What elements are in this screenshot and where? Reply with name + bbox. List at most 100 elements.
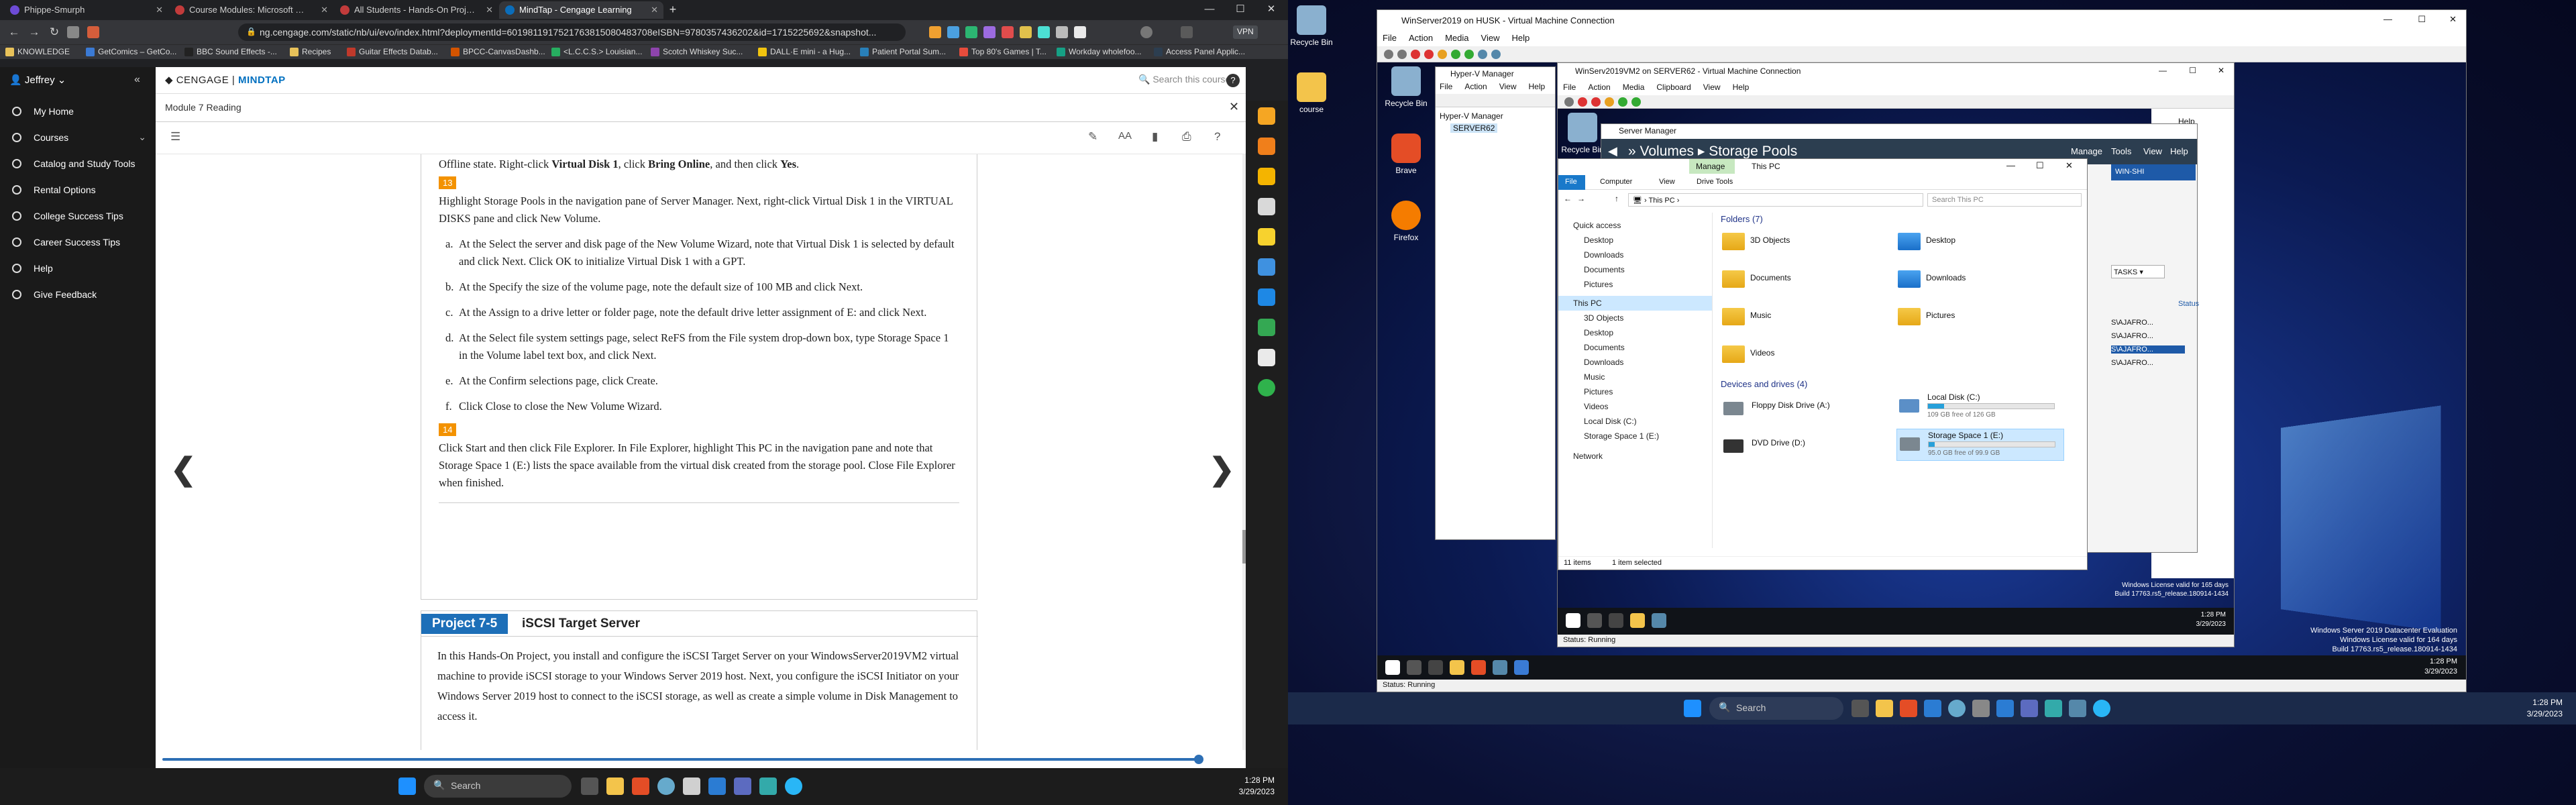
shutdown-icon[interactable]: [1591, 97, 1601, 107]
maximize-button[interactable]: ☐: [2189, 66, 2196, 75]
extension-icon[interactable]: [983, 26, 996, 38]
ribbon-drive-tools[interactable]: Drive Tools: [1697, 178, 1733, 186]
folders-header[interactable]: Folders (7): [1721, 214, 1763, 224]
close-icon[interactable]: ✕: [156, 5, 163, 15]
vscode-icon[interactable]: [708, 777, 726, 795]
guest-brave-icon[interactable]: Brave: [1383, 133, 1430, 175]
menu-file[interactable]: File: [1383, 33, 1397, 43]
bookmark-icon[interactable]: ▮: [1152, 130, 1158, 144]
drives-header[interactable]: Devices and drives (4): [1721, 379, 1807, 389]
server-manager-icon[interactable]: [1652, 613, 1666, 628]
breadcrumb-volumes[interactable]: Volumes: [1640, 144, 1695, 159]
pause-icon[interactable]: [1451, 50, 1460, 59]
bookmark-item[interactable]: BBC Sound Effects -...: [184, 47, 277, 58]
vscode-icon[interactable]: [1996, 700, 2014, 717]
chrome-icon[interactable]: [1948, 700, 1966, 717]
brave-icon[interactable]: [1900, 700, 1917, 717]
bookmark-item[interactable]: KNOWLEDGE: [5, 47, 70, 58]
browser-tab[interactable]: Course Modules: Microsoft Windows ✕: [169, 1, 333, 19]
back-icon[interactable]: ←: [1564, 194, 1572, 203]
file-explorer-icon[interactable]: [1630, 613, 1645, 628]
turn-off-icon[interactable]: [1411, 50, 1420, 59]
reload-icon[interactable]: ↻: [46, 24, 63, 40]
explorer-search[interactable]: Search This PC: [1927, 193, 2082, 207]
windows-start-icon[interactable]: [1566, 613, 1580, 628]
inner-recycle-bin-icon[interactable]: Recycle Bin: [1559, 113, 1606, 154]
menu-view[interactable]: View: [1703, 83, 1721, 92]
folder-item[interactable]: Videos: [1721, 341, 1888, 368]
extension-icon[interactable]: [1020, 26, 1032, 38]
sidebar-item-catalog[interactable]: Catalog and Study Tools: [0, 153, 156, 174]
bookmark-item[interactable]: Recipes: [290, 47, 331, 58]
sidebar-item-feedback[interactable]: Give Feedback: [0, 284, 156, 305]
minimize-button[interactable]: —: [2159, 66, 2167, 75]
status-column-header[interactable]: Status: [2178, 300, 2199, 308]
menu-help[interactable]: Help: [1529, 82, 1546, 91]
app-icon[interactable]: [1972, 700, 1990, 717]
brave-icon[interactable]: [632, 777, 649, 795]
bookmark-item[interactable]: GetComics – GetCo...: [86, 47, 176, 58]
save-icon[interactable]: [1438, 50, 1447, 59]
nav-item[interactable]: Downloads: [1558, 355, 1712, 370]
maximize-button[interactable]: ☐: [1225, 0, 1256, 20]
course-folder-desktop-icon[interactable]: course: [1288, 72, 1335, 114]
document-app-icon[interactable]: [1258, 349, 1275, 366]
explorer-path[interactable]: 🖥 › This PC ›: [1628, 193, 1923, 207]
table-row[interactable]: S\AJAFRO...: [2111, 332, 2153, 340]
app-icon[interactable]: [2021, 700, 2038, 717]
back-icon[interactable]: ◀: [1608, 144, 1617, 158]
folder-item[interactable]: Documents: [1721, 266, 1888, 293]
bookmark-item[interactable]: Scotch Whiskey Suc...: [651, 47, 743, 58]
menu-help[interactable]: Help: [2170, 146, 2188, 156]
next-page-arrow-icon[interactable]: ❯: [1209, 451, 1235, 487]
task-view-icon[interactable]: [1851, 700, 1869, 717]
menu-tools[interactable]: Tools: [2111, 146, 2131, 156]
menu-help[interactable]: Help: [1733, 83, 1750, 92]
hyperv-icon[interactable]: [2069, 700, 2086, 717]
manage-tab[interactable]: Manage: [1689, 159, 1735, 174]
browser-tab[interactable]: All Students - Hands-On Project 7-4 - ✕: [334, 1, 498, 19]
app-icon[interactable]: [1924, 700, 1941, 717]
extension-icon[interactable]: [67, 26, 79, 38]
bookmark-item[interactable]: BPCC-CanvasDashb...: [451, 47, 545, 58]
inner-clock[interactable]: 1:28 PM 3/29/2023: [2161, 610, 2226, 629]
nav-item[interactable]: Downloads: [1558, 248, 1712, 262]
nav-item[interactable]: Desktop: [1558, 233, 1712, 248]
profile-avatar[interactable]: [1140, 26, 1152, 38]
sidebar-item-career-tips[interactable]: Career Success Tips: [0, 231, 156, 253]
revert-icon[interactable]: [1491, 50, 1501, 59]
menu-view[interactable]: View: [1499, 82, 1517, 91]
ctrl-alt-del-icon[interactable]: [1384, 50, 1393, 59]
app-icon[interactable]: [734, 777, 751, 795]
taskbar-search[interactable]: 🔍 Search: [424, 775, 572, 798]
menu-media[interactable]: Media: [1623, 83, 1645, 92]
close-button[interactable]: ✕: [2449, 14, 2457, 25]
help-icon[interactable]: ?: [1214, 130, 1220, 144]
nav-item[interactable]: Pictures: [1558, 384, 1712, 399]
close-button[interactable]: ✕: [2065, 160, 2073, 171]
reset-icon[interactable]: [1464, 50, 1474, 59]
back-icon[interactable]: ←: [5, 24, 23, 40]
forward-icon[interactable]: →: [25, 24, 43, 40]
guest-firefox-icon[interactable]: Firefox: [1383, 201, 1430, 242]
close-icon[interactable]: ✕: [486, 5, 493, 15]
highlighter-app-icon[interactable]: [1258, 228, 1275, 246]
browser-tab-active[interactable]: MindTap - Cengage Learning ✕: [499, 1, 663, 19]
nav-item[interactable]: Videos: [1558, 399, 1712, 414]
sidebar-item-courses[interactable]: Courses ⌄: [0, 127, 156, 148]
notes-app-icon[interactable]: [1258, 107, 1275, 125]
taskbar-search[interactable]: 🔍 Search: [1709, 697, 1843, 720]
minimize-button[interactable]: —: [2006, 160, 2015, 170]
extension-icon[interactable]: [87, 26, 99, 38]
hyperv-icon[interactable]: [1493, 660, 1507, 675]
folder-item[interactable]: Downloads: [1896, 266, 2064, 293]
app-icon[interactable]: [2045, 700, 2062, 717]
nav-item[interactable]: Desktop: [1558, 325, 1712, 340]
collapse-icon[interactable]: «: [134, 74, 140, 86]
nav-quick-access[interactable]: Quick access: [1558, 218, 1712, 233]
app-icon[interactable]: [759, 777, 777, 795]
bookmark-item[interactable]: Guitar Effects Datab...: [347, 47, 438, 58]
print-icon[interactable]: ⎙: [1182, 130, 1191, 144]
menu-view[interactable]: View: [2143, 146, 2162, 156]
menu-file[interactable]: File: [1440, 82, 1452, 91]
